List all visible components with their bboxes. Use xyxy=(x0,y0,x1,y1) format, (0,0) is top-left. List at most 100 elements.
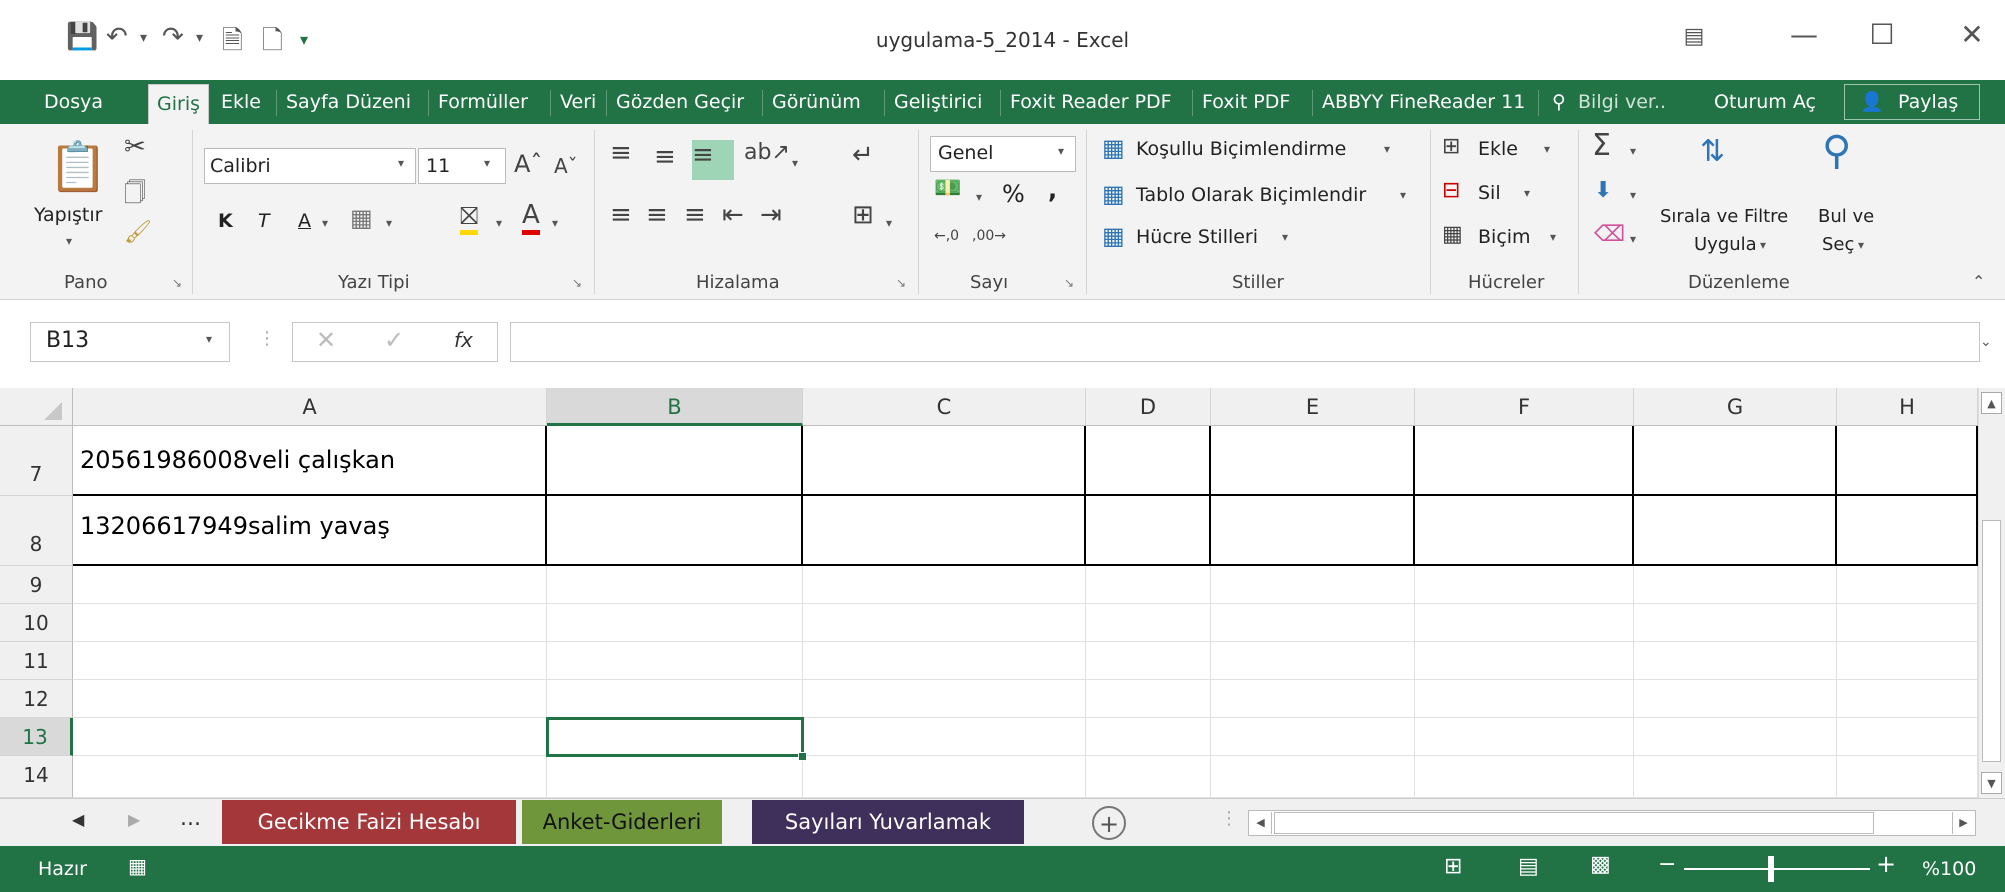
cell-f9[interactable] xyxy=(1415,566,1634,604)
fill-handle[interactable] xyxy=(798,752,807,761)
cell-b14[interactable] xyxy=(547,756,803,798)
scroll-down-icon[interactable]: ▼ xyxy=(1981,772,2002,794)
cell-e12[interactable] xyxy=(1211,680,1415,718)
orientation-icon[interactable]: ab↗ xyxy=(744,140,790,165)
align-bottom-icon[interactable]: ≡ xyxy=(692,140,734,180)
grow-font-icon[interactable]: Aˆ xyxy=(514,150,542,178)
format-as-table-dropdown-icon[interactable]: ▾ xyxy=(1400,188,1406,202)
align-center-icon[interactable]: ≡ xyxy=(646,200,668,230)
copy-icon[interactable]: 🗍 xyxy=(124,176,146,214)
cell-c8[interactable] xyxy=(803,496,1086,566)
tab-foxit-pdf[interactable]: Foxit PDF xyxy=(1194,80,1298,124)
align-right-icon[interactable]: ≡ xyxy=(684,200,706,230)
cell-e8[interactable] xyxy=(1211,496,1415,566)
cell-e10[interactable] xyxy=(1211,604,1415,642)
column-header-c[interactable]: C xyxy=(803,388,1086,426)
cell-c11[interactable] xyxy=(803,642,1086,680)
zoom-slider-track[interactable] xyxy=(1684,868,1870,870)
paste-dropdown-icon[interactable]: ▾ xyxy=(66,234,72,248)
clear-icon[interactable]: ⌫ xyxy=(1594,222,1625,247)
font-color-dropdown-icon[interactable]: ▾ xyxy=(552,216,558,230)
cell-g10[interactable] xyxy=(1634,604,1837,642)
cell-h9[interactable] xyxy=(1837,566,1978,604)
cell-d11[interactable] xyxy=(1086,642,1211,680)
cell-c7[interactable] xyxy=(803,426,1086,496)
zoom-slider-thumb[interactable] xyxy=(1768,856,1774,882)
increase-indent-icon[interactable]: ⇥ xyxy=(760,200,782,230)
cell-d13[interactable] xyxy=(1086,718,1211,756)
cell-f14[interactable] xyxy=(1415,756,1634,798)
align-left-icon[interactable]: ≡ xyxy=(610,200,632,230)
fill-dropdown-icon[interactable]: ▾ xyxy=(1630,188,1636,202)
cell-b8[interactable] xyxy=(547,496,803,566)
cell-c13[interactable] xyxy=(803,718,1086,756)
cell-f13[interactable] xyxy=(1415,718,1634,756)
tab-page-layout[interactable]: Sayfa Düzeni xyxy=(278,80,419,124)
cell-c14[interactable] xyxy=(803,756,1086,798)
fill-color-icon[interactable]: ⛝ xyxy=(460,202,479,235)
tab-file[interactable]: Dosya xyxy=(36,80,111,124)
font-launcher-icon[interactable]: ↘ xyxy=(572,276,582,290)
cell-h8[interactable] xyxy=(1837,496,1978,566)
row-header[interactable]: 9 xyxy=(0,566,73,604)
shrink-font-icon[interactable]: Aˇ xyxy=(554,154,578,178)
expand-formula-bar-icon[interactable]: ⌄ xyxy=(1980,334,1992,350)
tab-splitter-icon[interactable]: ⋮ xyxy=(1220,808,1238,829)
underline-button[interactable]: A xyxy=(298,210,311,232)
cut-icon[interactable]: ✂ xyxy=(124,132,146,162)
cell-f7[interactable] xyxy=(1415,426,1634,496)
borders-dropdown-icon[interactable]: ▾ xyxy=(386,216,392,230)
tab-insert[interactable]: Ekle xyxy=(213,80,269,124)
cell-f8[interactable] xyxy=(1415,496,1634,566)
cell-g11[interactable] xyxy=(1634,642,1837,680)
decrease-decimal-icon[interactable]: ,00→ xyxy=(972,228,1006,244)
cell-d14[interactable] xyxy=(1086,756,1211,798)
cell-d12[interactable] xyxy=(1086,680,1211,718)
cell-h12[interactable] xyxy=(1837,680,1978,718)
tab-foxit-reader-pdf[interactable]: Foxit Reader PDF xyxy=(1002,80,1180,124)
cell-b12[interactable] xyxy=(547,680,803,718)
merge-center-icon[interactable]: ⊞ xyxy=(852,200,874,230)
tab-abbyy[interactable]: ABBYY FineReader 11 xyxy=(1314,80,1533,124)
ribbon-display-options-icon[interactable]: ▤ xyxy=(1664,24,1724,49)
borders-icon[interactable]: ▦ xyxy=(350,204,373,232)
cell-b7[interactable] xyxy=(547,426,803,496)
tab-developer[interactable]: Geliştirici xyxy=(886,80,990,124)
align-top-icon[interactable]: ≡ xyxy=(610,138,632,168)
autosum-dropdown-icon[interactable]: ▾ xyxy=(1630,144,1636,158)
fill-color-dropdown-icon[interactable]: ▾ xyxy=(496,216,502,230)
cell-f12[interactable] xyxy=(1415,680,1634,718)
maximize-button[interactable]: ☐ xyxy=(1852,18,1912,51)
column-header-e[interactable]: E xyxy=(1211,388,1415,426)
cell-a14[interactable] xyxy=(73,756,547,798)
alignment-launcher-icon[interactable]: ↘ xyxy=(896,276,906,290)
row-header[interactable]: 14 xyxy=(0,756,73,798)
cell-d7[interactable] xyxy=(1086,426,1211,496)
sheet-tab[interactable]: Gecikme Faizi Hesabı xyxy=(222,800,516,844)
currency-icon[interactable]: 💵 xyxy=(934,176,961,201)
cell-c12[interactable] xyxy=(803,680,1086,718)
cell-f10[interactable] xyxy=(1415,604,1634,642)
cell-f11[interactable] xyxy=(1415,642,1634,680)
cell-a13[interactable] xyxy=(73,718,547,756)
sort-filter-dropdown-icon[interactable]: ▾ xyxy=(1760,238,1766,252)
delete-cells-button[interactable]: Sil xyxy=(1478,182,1501,204)
cell-a11[interactable] xyxy=(73,642,547,680)
sheet-tab[interactable]: Anket-Giderleri xyxy=(522,800,722,844)
new-sheet-button[interactable]: + xyxy=(1092,806,1126,840)
tell-me-box[interactable]: Bilgi ver.. xyxy=(1570,80,1674,124)
percent-button[interactable]: % xyxy=(1002,180,1025,208)
sheet-tab[interactable]: Sayıları Yuvarlamak xyxy=(752,800,1024,844)
cell-d9[interactable] xyxy=(1086,566,1211,604)
comma-button[interactable]: , xyxy=(1048,176,1057,204)
number-format-dropdown-icon[interactable]: ▾ xyxy=(1058,144,1064,158)
sign-in-link[interactable]: Oturum Aç xyxy=(1706,80,1824,124)
find-select-button[interactable]: Bul ve xyxy=(1818,206,1874,227)
cell-g7[interactable] xyxy=(1634,426,1837,496)
cell-h10[interactable] xyxy=(1837,604,1978,642)
format-cells-button[interactable]: Biçim xyxy=(1478,226,1531,248)
cell-c10[interactable] xyxy=(803,604,1086,642)
find-select-dropdown-icon[interactable]: ▾ xyxy=(1858,238,1864,252)
font-color-icon[interactable]: A xyxy=(522,200,540,235)
cell-h13[interactable] xyxy=(1837,718,1978,756)
